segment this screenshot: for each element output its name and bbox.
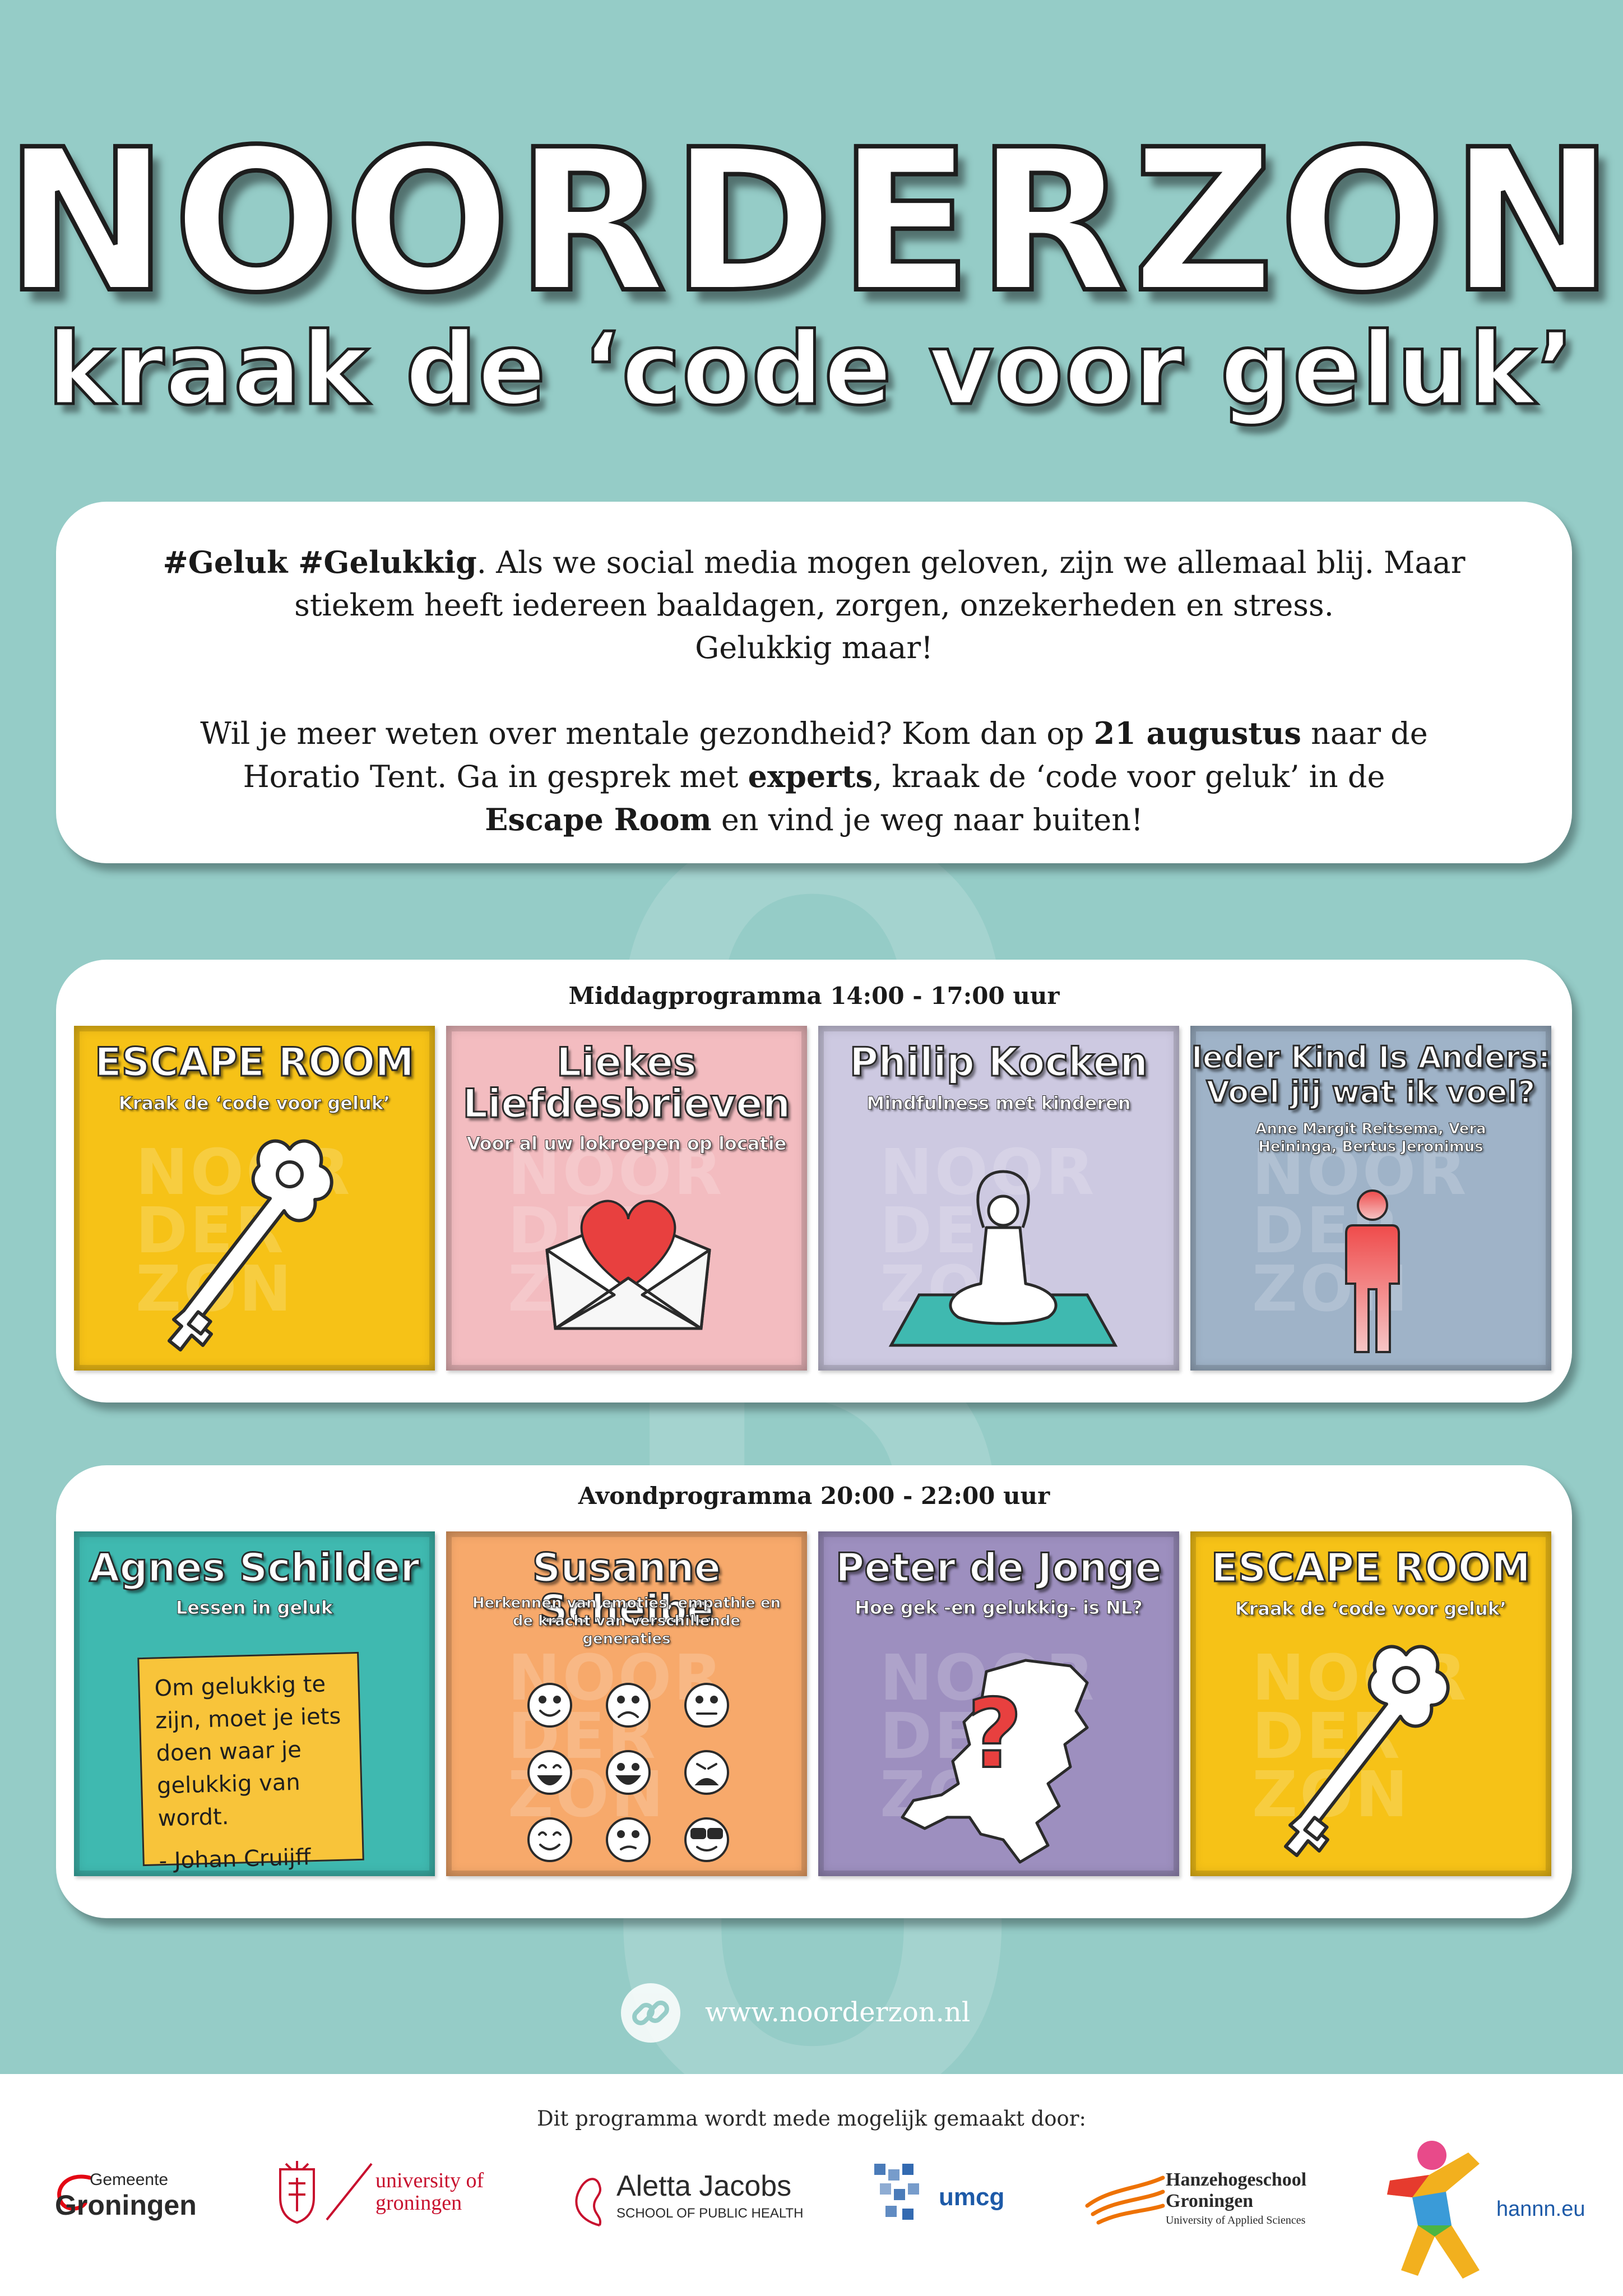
tile-subtitle: Mindfulness met kinderen (866, 1093, 1131, 1114)
page-title: NOORDERZON (2, 107, 1619, 336)
intro-escape-room: Escape Room (485, 802, 712, 837)
intro-text: en vind je weg naar buiten! (711, 802, 1143, 837)
hanze-flame-icon (1085, 2175, 1165, 2225)
logo-gemeente-groningen: Gemeente Groningen (50, 2158, 219, 2259)
rug-slash-icon (326, 2163, 373, 2221)
quote-note: Om gelukkig te zijn, moet je iets doen w… (137, 1651, 364, 1874)
umcg-pattern-icon (874, 2164, 919, 2220)
intro-paragraph-1: #Geluk #Gelukkig. Als we social media mo… (128, 541, 1501, 669)
hanze-subtitle: University of Applied Sciences (1166, 2214, 1306, 2226)
tile-title: Agnes Schilder (89, 1545, 420, 1591)
tile-subtitle: Hoe gek -en gelukkig- is NL? (855, 1597, 1143, 1618)
intro-experts: experts (748, 758, 873, 794)
afternoon-program-title: Middagprogramma 14:00 - 17:00 uur (568, 982, 1060, 1010)
netherlands-question-icon: ? (901, 1659, 1089, 1864)
tile-agnes-schilder: Agnes Schilder Lessen in geluk Om gelukk… (74, 1531, 435, 1876)
evening-program: Avondprogramma 20:00 - 22:00 uur Agnes S… (56, 1465, 1572, 1918)
person-icon (1345, 1189, 1400, 1353)
emoji-grid-icon (527, 1683, 729, 1862)
quote-author: - Johan Cruijff (159, 1844, 312, 1874)
tile-escape-room-afternoon: NOORDERZON ESCAPE ROOM Kraak de ‘code vo… (74, 1026, 435, 1371)
heart-envelope-icon (545, 1200, 711, 1330)
svg-text:?: ? (967, 1679, 1023, 1790)
tile-speakers: Anne Margit Reitsema, Vera Heininga, Bert… (1255, 1121, 1486, 1156)
tile-title: Ieder Kind Is Anders: Voel jij wat ik voe… (1190, 1039, 1551, 1110)
tile-title: Liekes Liefdesbrieven (462, 1039, 791, 1127)
aletta-name: Aletta Jacobs (616, 2170, 792, 2202)
intro-text: , kraak de ‘code voor geluk’ in de (873, 759, 1385, 794)
umcg-text: umcg (939, 2183, 1005, 2211)
aletta-subtitle: SCHOOL OF PUBLIC HEALTH (616, 2206, 804, 2221)
afternoon-program: Middagprogramma 14:00 - 17:00 uur NOOR DE… (56, 960, 1572, 1402)
meditation-icon (888, 1170, 1118, 1347)
tile-title: ESCAPE ROOM (1211, 1545, 1532, 1591)
page-subtitle: kraak de ‘code voor geluk’ (46, 311, 1576, 427)
hannn-figure-icon (1387, 2141, 1480, 2279)
sponsors-footer: Dit programma wordt mede mogelijk gemaak… (0, 2074, 1623, 2296)
rug-crest-icon (279, 2161, 315, 2224)
tile-subtitle: Herkennen van emoties, empathie en de kr… (472, 1595, 781, 1648)
intro-paragraph-2: Wil je meer weten over mentale gezondhei… (128, 712, 1501, 841)
tile-ieder-kind-is-anders: NOOR DER ZON Ieder Kind Is Anders: Voel jij… (1190, 1026, 1551, 1371)
logo-hannn: hannn.eu (1384, 2136, 1585, 2281)
event-date: 21 augustus (1093, 715, 1301, 751)
intro-text: . Als we social media mogen geloven, zij… (476, 545, 1466, 580)
intro-text: Gelukkig maar! (695, 630, 933, 665)
hanze-name: Hanzehogeschool Groningen (1166, 2169, 1307, 2211)
tile-philip-kocken: NOOR DER ZON Philip Kocken Mindfulness met… (818, 1026, 1179, 1371)
footer-title: Dit programma wordt mede mogelijk gemaak… (537, 2107, 1086, 2131)
website-link[interactable]: www.noorderzon.nl (705, 1997, 970, 2028)
tile-title: Philip Kocken (848, 1039, 1148, 1085)
tile-subtitle: Lessen in geluk (175, 1597, 333, 1618)
key-icon (1284, 1645, 1450, 1857)
tile-susanne-scheibe: NOOR DER ZON Susanne Scheibe Herkennen van… (446, 1531, 807, 1876)
intro-text: naar de (1301, 716, 1428, 751)
intro-text: Horatio Tent. Ga in gesprek met (243, 759, 748, 794)
intro-card: #Geluk #Gelukkig. Als we social media mo… (56, 502, 1572, 863)
logo-hanzehogeschool: Hanzehogeschool Groningen University of A… (1082, 2158, 1345, 2259)
link-icon[interactable] (621, 1983, 680, 2043)
tile-liekes-liefdesbrieven: NOORDERZON LiekesLiefdesbrieven Voor al … (446, 1026, 807, 1371)
aletta-profile-icon (575, 2178, 601, 2226)
rug-text: university of groningen (375, 2169, 484, 2215)
intro-hashtags: #Geluk #Gelukkig (163, 544, 477, 580)
tile-peter-de-jonge: NOORDERZON Peter de Jonge Hoe gek -en ge… (818, 1531, 1179, 1876)
logo-umcg: umcg (869, 2158, 1020, 2259)
tile-subtitle: Kraak de ‘code voor geluk’ (118, 1093, 391, 1114)
logo-aletta-jacobs: Aletta Jacobs SCHOOL OF PUBLIC HEALTH (566, 2158, 813, 2259)
evening-program-title: Avondprogramma 20:00 - 22:00 uur (578, 1482, 1050, 1510)
key-icon (168, 1139, 333, 1351)
intro-text: Wil je meer weten over mentale gezondhei… (200, 716, 1094, 751)
tile-subtitle: Kraak de ‘code voor geluk’ (1235, 1598, 1507, 1619)
tile-title: Peter de Jonge (834, 1545, 1162, 1591)
hannn-text: hannn.eu (1496, 2197, 1585, 2221)
tile-escape-room-evening: NOORDERZON ESCAPE ROOM Kraak de ‘code vo… (1190, 1531, 1551, 1876)
logo-university-groningen: university of groningen (275, 2158, 510, 2259)
tile-subtitle: Voor al uw lokroepen op locatie (466, 1133, 787, 1154)
gemeente-small: Gemeente (90, 2170, 169, 2189)
tile-title: ESCAPE ROOM (94, 1039, 415, 1085)
gemeente-big: Groningen (55, 2189, 197, 2221)
intro-text: stiekem heeft iedereen baaldagen, zorgen… (294, 587, 1334, 623)
